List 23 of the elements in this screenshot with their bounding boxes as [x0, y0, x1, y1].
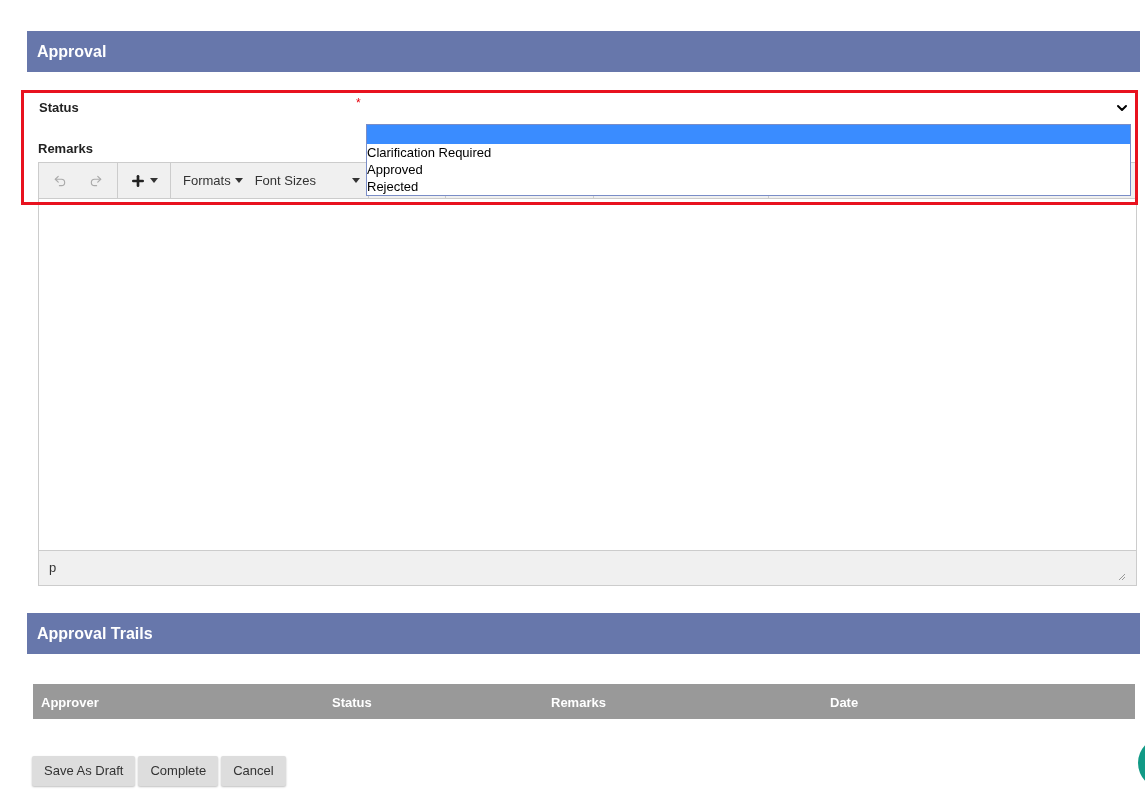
status-label: Status — [38, 99, 80, 118]
caret-icon — [234, 178, 243, 183]
toolbar-menu[interactable]: Font Sizes — [242, 163, 317, 198]
column-header: Remarks — [551, 694, 606, 710]
form-button[interactable]: Save As Draft — [32, 756, 136, 786]
column-header: Date — [830, 694, 859, 710]
column-header: Status — [332, 694, 372, 710]
column-header: Approver — [41, 694, 99, 710]
caret-icon — [352, 178, 361, 183]
form-button[interactable]: Complete — [138, 756, 219, 786]
dropdown-option[interactable]: Clarification Required — [367, 144, 1130, 161]
section-title: Approval — [37, 41, 107, 62]
element-path: p — [49, 559, 57, 578]
dropdown-option[interactable]: Rejected — [367, 178, 1130, 195]
caret-icon — [150, 178, 158, 183]
form-button[interactable]: Cancel — [221, 756, 286, 786]
remarks-label: Remarks — [38, 141, 93, 156]
toolbar-menu[interactable]: Formats — [171, 163, 243, 198]
dropdown-option[interactable]: Approved — [367, 161, 1130, 178]
required-mark: * — [356, 95, 362, 112]
plus-icon — [130, 172, 146, 189]
resize-handle-icon[interactable] — [1118, 573, 1126, 581]
section-title: Approval Trails — [37, 623, 153, 644]
